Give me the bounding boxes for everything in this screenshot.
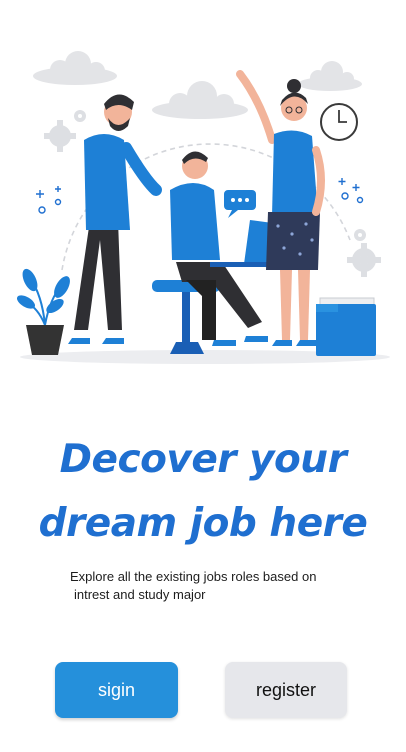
clock-icon — [320, 103, 358, 141]
plant-icon — [16, 268, 70, 355]
subtitle-line-1: Explore all the existing jobs roles base… — [70, 569, 317, 584]
gear-icon — [44, 120, 76, 152]
gear-icon — [354, 229, 366, 241]
cloud-icon — [152, 81, 248, 119]
headline: Decover your dream job here — [0, 428, 406, 556]
standing-man — [68, 94, 162, 344]
chat-bubble-icon — [224, 190, 256, 218]
cloud-icon — [298, 61, 362, 91]
standing-woman — [236, 70, 325, 346]
register-button[interactable]: register — [225, 662, 347, 718]
headline-line-1: Decover your — [59, 437, 347, 482]
folder-icon — [316, 297, 376, 356]
signin-button[interactable]: sigin — [55, 662, 178, 718]
cloud-icon — [33, 51, 117, 85]
subtitle-line-2: intrest and study major — [74, 587, 206, 602]
gear-icon — [347, 243, 381, 277]
subtitle: Explore all the existing jobs roles base… — [70, 568, 370, 604]
gear-icon — [74, 110, 86, 122]
headline-line-2: dream job here — [38, 501, 368, 546]
team-illustration — [16, 51, 390, 364]
